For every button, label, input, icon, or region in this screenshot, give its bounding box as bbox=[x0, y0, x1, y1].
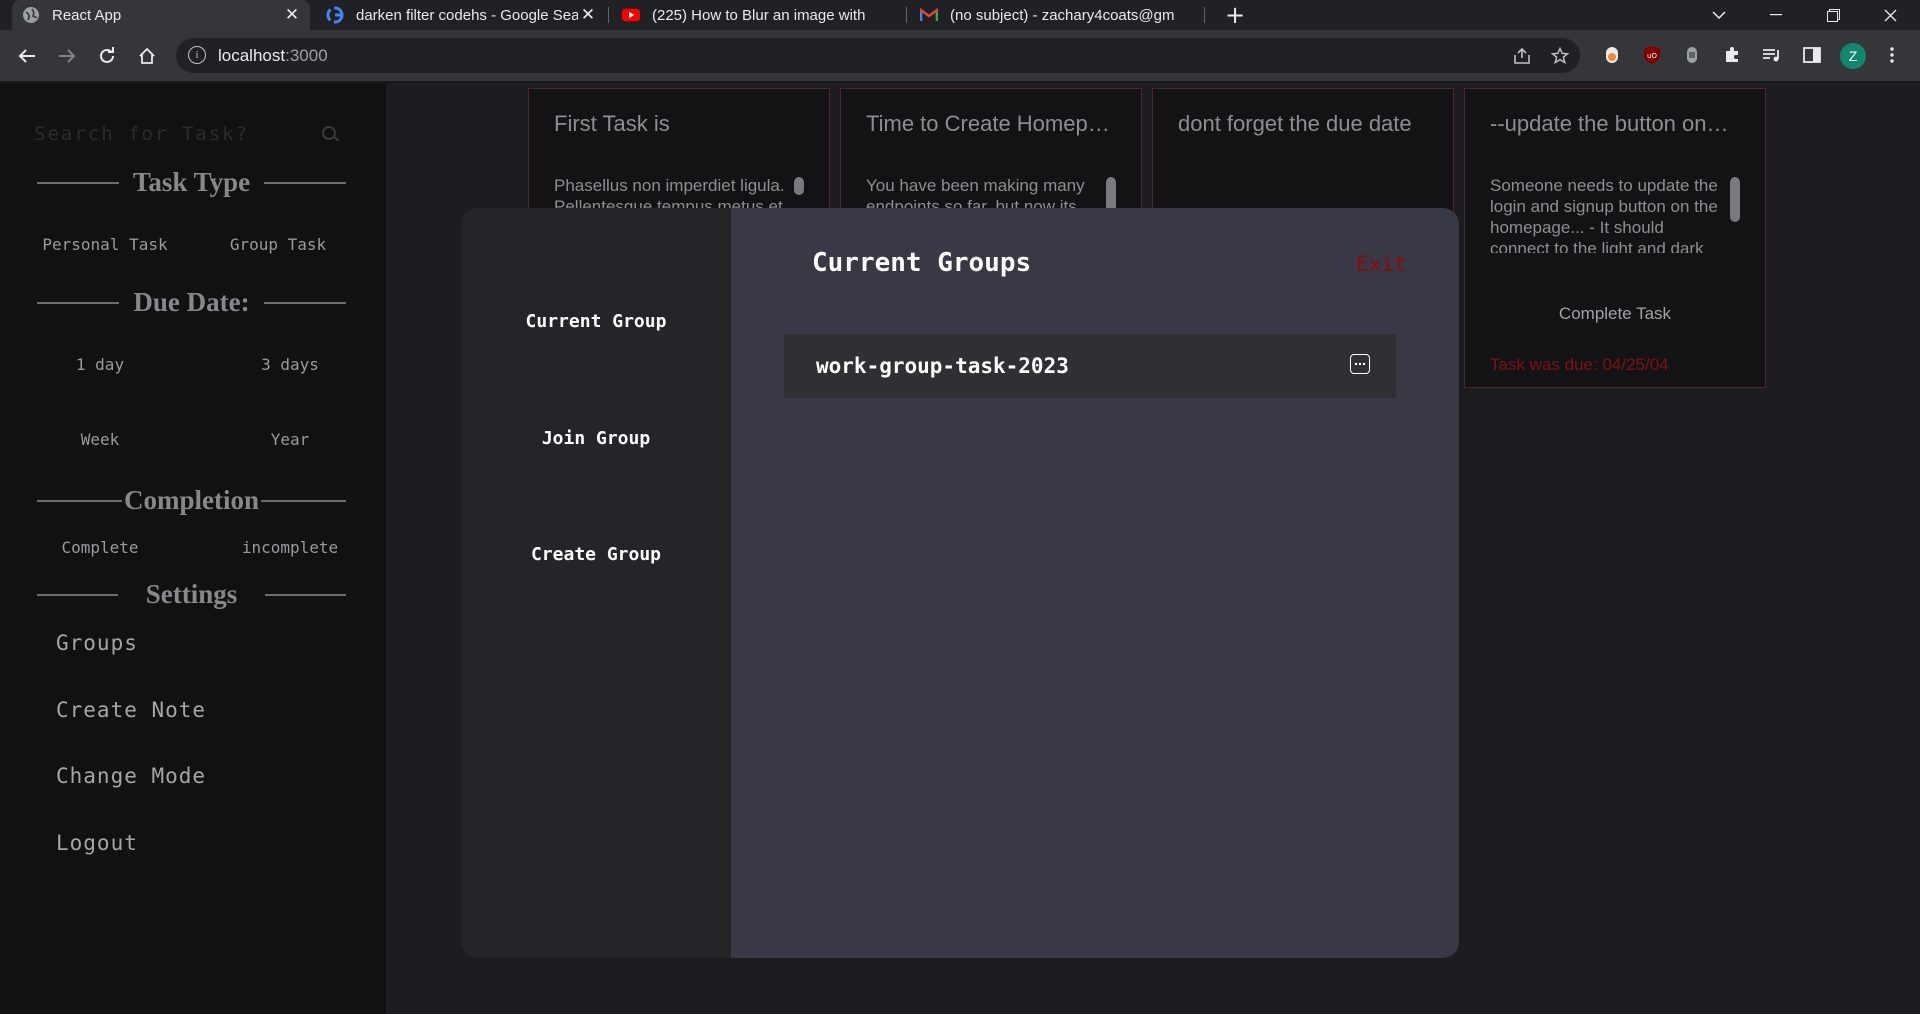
tab-google-search[interactable]: darken filter codehs - Google Sea ✕ bbox=[316, 0, 606, 30]
filter-incomplete[interactable]: incomplete bbox=[220, 538, 360, 557]
sidebar-link-groups[interactable]: Groups bbox=[56, 631, 138, 655]
sidebar-link-change-mode[interactable]: Change Mode bbox=[56, 764, 206, 788]
media-queue-icon[interactable] bbox=[1760, 43, 1784, 67]
app-viewport: Search for Task? Task Type Personal Task… bbox=[0, 83, 1920, 1014]
task-card[interactable]: --update the button on… Someone needs to… bbox=[1464, 88, 1766, 388]
nav-join-group[interactable]: Join Group bbox=[461, 428, 731, 449]
google-icon bbox=[326, 6, 344, 24]
sidebar-link-logout[interactable]: Logout bbox=[56, 831, 138, 855]
tab-search-chevron-icon[interactable] bbox=[1691, 0, 1747, 30]
group-name: work-group-task-2023 bbox=[816, 354, 1069, 378]
bookmark-star-icon[interactable] bbox=[1550, 46, 1570, 66]
ublock-origin-icon[interactable]: uO bbox=[1640, 43, 1664, 67]
task-scrollbar[interactable] bbox=[794, 177, 804, 195]
tab-title: React App bbox=[52, 6, 122, 24]
reload-icon[interactable] bbox=[94, 43, 120, 69]
tab-divider bbox=[1204, 7, 1205, 23]
nav-current-group[interactable]: Current Group bbox=[461, 311, 731, 332]
back-arrow-icon[interactable] bbox=[14, 43, 40, 69]
filter-year[interactable]: Year bbox=[220, 430, 360, 449]
task-type-heading: Task Type bbox=[37, 167, 347, 198]
tab-title: (225) How to Blur an image with bbox=[652, 6, 866, 24]
close-tab-icon[interactable]: ✕ bbox=[578, 5, 598, 25]
exit-button[interactable]: Exit bbox=[1356, 252, 1407, 276]
tab-title: darken filter codehs - Google Sea bbox=[356, 6, 578, 24]
minimize-icon[interactable] bbox=[1748, 0, 1804, 30]
tab-divider bbox=[906, 7, 907, 23]
home-icon[interactable] bbox=[134, 43, 160, 69]
filter-1-day[interactable]: 1 day bbox=[30, 355, 170, 374]
extension-orange-icon[interactable] bbox=[1600, 43, 1624, 67]
browser-toolbar: i localhost:3000 uO Z bbox=[0, 30, 1920, 82]
tab-divider bbox=[608, 7, 609, 23]
completion-heading: Completion bbox=[37, 485, 346, 516]
extensions-puzzle-icon[interactable] bbox=[1720, 43, 1744, 67]
extension-gray-icon[interactable] bbox=[1680, 43, 1704, 67]
task-title: dont forget the due date bbox=[1178, 111, 1412, 136]
settings-heading: Settings bbox=[37, 579, 347, 610]
filter-complete[interactable]: Complete bbox=[30, 538, 170, 557]
task-description: Someone needs to update the login and si… bbox=[1490, 176, 1718, 253]
task-title: First Task is bbox=[554, 111, 670, 136]
filter-week[interactable]: Week bbox=[30, 430, 170, 449]
task-search-input[interactable]: Search for Task? bbox=[34, 123, 249, 145]
tab-title: (no subject) - zachary4coats@gm bbox=[950, 6, 1175, 24]
tab-gmail[interactable]: (no subject) - zachary4coats@gm bbox=[910, 0, 1200, 30]
tab-react-app[interactable]: React App ✕ bbox=[12, 0, 310, 30]
gmail-icon bbox=[920, 6, 938, 24]
groups-modal: Current Group Join Group Create Group Cu… bbox=[461, 208, 1459, 958]
task-title: Time to Create Homep… bbox=[866, 111, 1110, 136]
task-title: --update the button on… bbox=[1490, 111, 1729, 136]
kebab-menu-icon[interactable] bbox=[1880, 43, 1904, 67]
profile-avatar[interactable]: Z bbox=[1840, 43, 1866, 69]
group-list-item[interactable]: work-group-task-2023 bbox=[784, 334, 1396, 398]
nav-create-group[interactable]: Create Group bbox=[461, 544, 731, 565]
address-url: localhost:3000 bbox=[218, 46, 328, 65]
sidebar: Search for Task? Task Type Personal Task… bbox=[0, 83, 386, 1014]
modal-title: Current Groups bbox=[812, 248, 1032, 278]
site-info-icon[interactable]: i bbox=[188, 46, 206, 64]
new-tab-button[interactable]: + bbox=[1222, 1, 1248, 29]
side-panel-icon[interactable] bbox=[1800, 43, 1824, 67]
share-icon[interactable] bbox=[1512, 46, 1532, 66]
complete-task-button[interactable]: Complete Task bbox=[1465, 304, 1765, 324]
close-window-icon[interactable] bbox=[1862, 0, 1918, 30]
tab-youtube[interactable]: (225) How to Blur an image with bbox=[612, 0, 902, 30]
globe-icon bbox=[22, 6, 40, 24]
close-tab-icon[interactable]: ✕ bbox=[282, 5, 302, 25]
address-bar[interactable]: i localhost:3000 bbox=[176, 38, 1580, 73]
groups-modal-nav: Current Group Join Group Create Group bbox=[461, 208, 731, 958]
task-due-warning: Task was due: 04/25/04 bbox=[1490, 355, 1669, 374]
filter-group-task[interactable]: Group Task bbox=[208, 235, 348, 254]
restore-icon[interactable] bbox=[1805, 0, 1861, 30]
filter-personal-task[interactable]: Personal Task bbox=[30, 235, 180, 254]
search-icon[interactable] bbox=[322, 126, 336, 140]
youtube-icon bbox=[622, 6, 640, 24]
browser-tab-strip: React App ✕ darken filter codehs - Googl… bbox=[0, 0, 1920, 30]
more-options-icon[interactable] bbox=[1350, 354, 1370, 374]
forward-arrow-icon[interactable] bbox=[54, 43, 80, 69]
filter-3-days[interactable]: 3 days bbox=[220, 355, 360, 374]
sidebar-link-create-note[interactable]: Create Note bbox=[56, 698, 206, 722]
task-scrollbar[interactable] bbox=[1730, 177, 1740, 222]
svg-text:uO: uO bbox=[1647, 52, 1657, 60]
due-date-heading: Due Date: bbox=[37, 287, 346, 318]
